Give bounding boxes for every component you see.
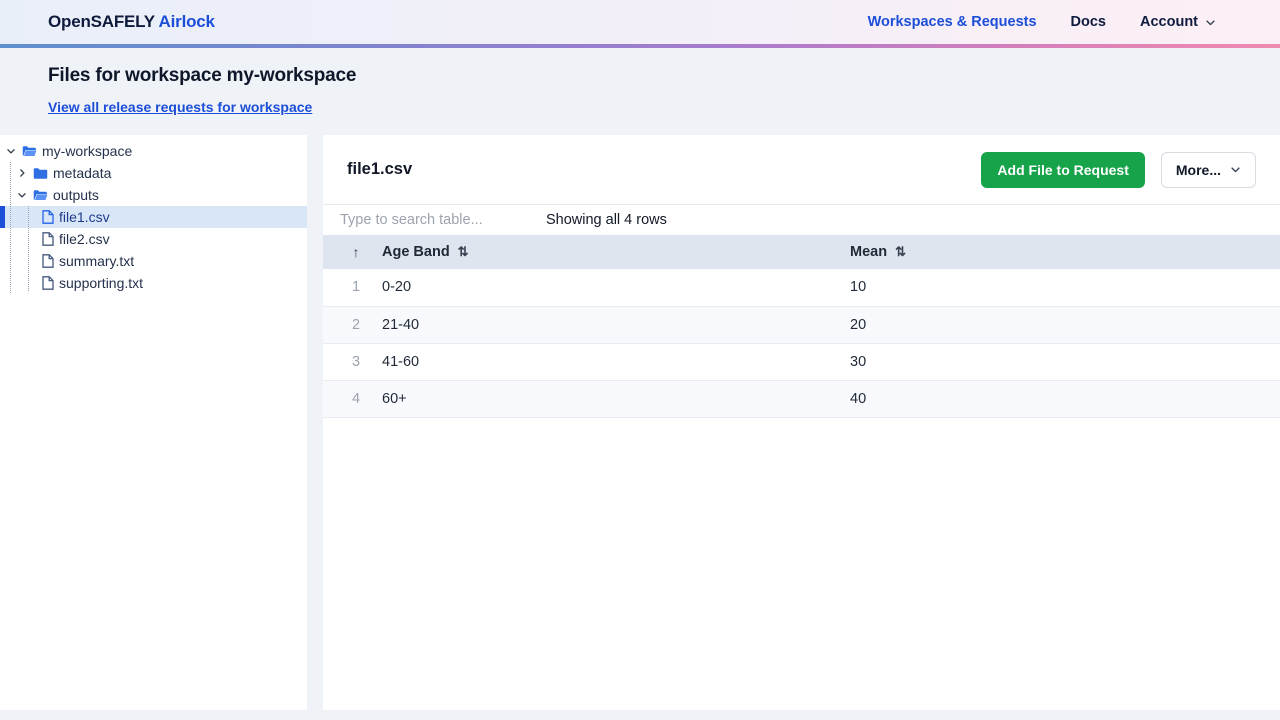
table-toolbar: Showing all 4 rows [323,205,1280,235]
table-row: 1 0-20 10 [323,269,1280,306]
tree-item-label: outputs [53,187,99,203]
brand-airlock: Airlock [154,12,215,31]
nav-docs-link[interactable]: Docs [1071,14,1106,30]
table-header-row: ↑ Age Band ⇅ Mean ⇅ [323,235,1280,269]
tree-item-summary-txt[interactable]: summary.txt [0,250,307,272]
row-number-cell: 3 [351,353,361,370]
tree-guide-line [10,162,11,293]
content-area: my-workspace metadata outputs file1.csv … [0,135,1280,710]
nav-links: Workspaces & Requests Docs Account [868,14,1216,30]
file-detail-header: file1.csv Add File to Request More... [323,135,1280,205]
file-detail-panel: file1.csv Add File to Request More... Sh… [323,135,1280,710]
file-icon [42,254,54,268]
sort-ascending-icon: ↑ [352,243,360,260]
age-band-cell: 60+ [382,390,407,407]
tree-item-outputs[interactable]: outputs [0,184,307,206]
chevron-down-icon [1205,17,1216,28]
age-band-cell: 0-20 [382,279,412,296]
table-row: 4 60+ 40 [323,380,1280,417]
age-band-cell: 21-40 [382,316,420,333]
view-release-requests-link[interactable]: View all release requests for workspace [48,99,312,115]
mean-cell: 40 [850,390,867,407]
row-number-cell: 2 [351,316,361,333]
folder-open-icon [33,189,48,202]
row-number-cell: 4 [351,390,361,407]
row-number-column-header[interactable]: ↑ [323,235,375,269]
nav-workspaces-requests-link[interactable]: Workspaces & Requests [868,14,1037,30]
file-icon [42,232,54,246]
age-band-column-header[interactable]: Age Band ⇅ [375,235,843,269]
folder-open-icon [22,145,37,158]
mean-cell: 30 [850,353,867,370]
page-title: Files for workspace my-workspace [48,65,357,86]
sort-icon: ⇅ [895,244,906,259]
file-title: file1.csv [347,160,413,178]
tree-item-label: file2.csv [59,231,110,247]
column-label: Mean [850,244,888,260]
nav-account-menu[interactable]: Account [1140,14,1216,30]
tree-item-supporting-txt[interactable]: supporting.txt [0,272,307,294]
age-band-cell: 41-60 [382,353,420,370]
tree-item-metadata[interactable]: metadata [0,162,307,184]
top-navbar: OpenSAFELY Airlock Workspaces & Requests… [0,0,1280,44]
folder-icon [33,167,48,180]
tree-item-label: metadata [53,165,112,181]
data-table: ↑ Age Band ⇅ Mean ⇅ 1 0-20 10 2 21-40 20 3 [323,235,1280,418]
table-search-input[interactable] [340,212,546,228]
chevron-down-icon [1230,164,1241,175]
chevron-down-icon [4,146,17,156]
tree-item-my-workspace[interactable]: my-workspace [0,140,307,162]
file-actions: Add File to Request More... [981,151,1256,188]
file-tree-sidebar: my-workspace metadata outputs file1.csv … [0,135,307,710]
add-file-to-request-button[interactable]: Add File to Request [981,151,1145,188]
table-row: 2 21-40 20 [323,306,1280,343]
row-number-cell: 1 [351,279,361,296]
tree-guide-line [28,206,29,291]
tree-item-label: summary.txt [59,253,135,269]
file-icon [42,210,54,224]
brand-opensafely: OpenSAFELY [48,12,155,31]
tree-item-label: supporting.txt [59,275,144,291]
mean-cell: 20 [850,316,867,333]
sort-icon: ⇅ [457,244,469,259]
chevron-down-icon [15,190,28,200]
mean-cell: 10 [850,279,867,296]
tree-item-file2-csv[interactable]: file2.csv [0,228,307,250]
more-menu-label: More... [1175,161,1221,178]
tree-item-label: file1.csv [59,209,110,225]
tree-item-file1-csv[interactable]: file1.csv [0,206,307,228]
brand-logo[interactable]: OpenSAFELY Airlock [48,12,215,32]
table-row: 3 41-60 30 [323,343,1280,380]
tree-item-label: my-workspace [42,143,133,159]
file-icon [42,276,54,290]
page-header: Files for workspace my-workspace View al… [0,48,1280,135]
mean-column-header[interactable]: Mean ⇅ [843,235,1280,269]
nav-account-label: Account [1140,14,1198,30]
more-menu-button[interactable]: More... [1160,151,1256,188]
rows-status: Showing all 4 rows [546,212,667,228]
column-label: Age Band [382,244,450,260]
chevron-right-icon [15,168,28,178]
